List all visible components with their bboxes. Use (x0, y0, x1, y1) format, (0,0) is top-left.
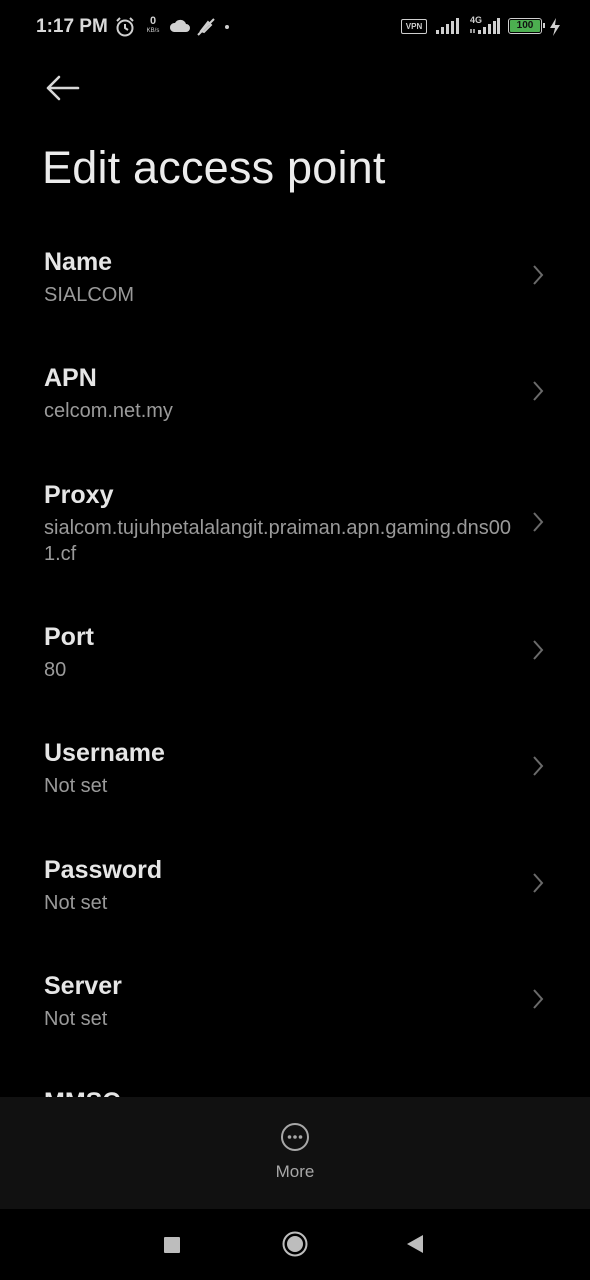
setting-value: Not set (44, 892, 108, 914)
setting-value: sialcom.tujuhpetalalangit.praiman.apn.ga… (44, 517, 511, 565)
net-speed: 0 KB/s (143, 15, 163, 35)
status-bar: 1:17 PM 0 KB/s VPN 4G 100 (0, 0, 590, 56)
more-label: More (275, 1162, 315, 1181)
battery-level: 100 (510, 20, 540, 32)
setting-label: Name (44, 248, 113, 276)
charging-icon (550, 18, 560, 36)
setting-value: Not set (44, 1008, 108, 1030)
recents-button[interactable] (164, 1237, 180, 1253)
cloud-icon (169, 19, 190, 32)
setting-row-name[interactable]: Name SIALCOM (0, 248, 590, 328)
setting-label: Server (44, 972, 122, 1000)
more-button[interactable]: More (245, 1119, 345, 1189)
setting-row-port[interactable]: Port 80 (0, 623, 590, 703)
net-speed-unit: KB/s (146, 28, 160, 34)
notification-dot (225, 25, 229, 29)
signal-4g-icon (470, 18, 500, 34)
vpn-badge: VPN (401, 19, 427, 34)
net-speed-value: 0 (149, 15, 157, 27)
back-nav-button[interactable] (406, 1234, 424, 1254)
home-button[interactable] (282, 1231, 308, 1257)
alarm-icon (116, 17, 134, 37)
more-icon (281, 1123, 309, 1151)
chevron-right-icon (533, 381, 544, 401)
system-nav-bar (0, 1209, 590, 1280)
mute-icon (197, 18, 215, 36)
chevron-right-icon (533, 265, 544, 285)
back-button[interactable] (44, 70, 84, 106)
setting-row-username[interactable]: Username Not set (0, 739, 590, 819)
setting-row-proxy[interactable]: Proxy sialcom.tujuhpetalalangit.praiman.… (0, 481, 590, 591)
setting-value: Not set (44, 775, 108, 797)
bottom-action-bar: More (0, 1097, 590, 1209)
setting-value: 80 (44, 659, 67, 681)
signal-icon (436, 18, 459, 34)
setting-value: celcom.net.my (44, 400, 173, 422)
chevron-right-icon (533, 512, 544, 532)
page-title: Edit access point (42, 142, 386, 193)
setting-label: Port (44, 623, 94, 651)
setting-row-apn[interactable]: APN celcom.net.my (0, 364, 590, 444)
chevron-right-icon (533, 640, 544, 660)
battery-icon: 100 (508, 18, 545, 34)
status-time: 1:17 PM (36, 16, 108, 37)
setting-row-password[interactable]: Password Not set (0, 856, 590, 936)
setting-row-server[interactable]: Server Not set (0, 972, 590, 1052)
setting-label: Proxy (44, 481, 114, 509)
setting-label: Password (44, 856, 163, 884)
chevron-right-icon (533, 989, 544, 1009)
back-arrow-icon (46, 75, 80, 101)
setting-value: SIALCOM (44, 284, 135, 306)
chevron-right-icon (533, 756, 544, 776)
chevron-right-icon (533, 873, 544, 893)
setting-label: APN (44, 364, 97, 392)
setting-label: Username (44, 739, 165, 767)
